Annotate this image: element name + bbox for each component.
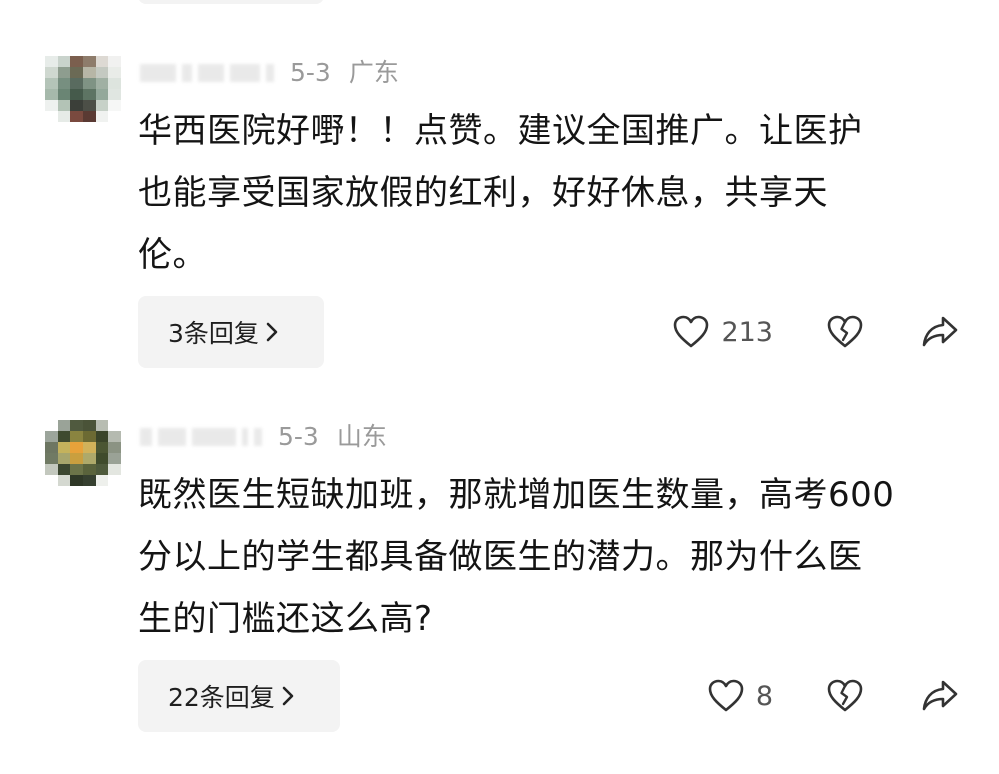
share-button[interactable] xyxy=(921,679,959,713)
comment-region: 广东 xyxy=(348,58,399,87)
view-replies-button[interactable]: 3条回复 xyxy=(138,296,324,368)
comment-meta: 5-3 山东 xyxy=(140,422,387,452)
comment-text-line: 分以上的学生都具备做医生的潜力。那为什么医 xyxy=(138,537,863,577)
comment-text: 既然医生短缺加班，那就增加医生数量，高考600 分以上的学生都具备做医生的潜力。… xyxy=(138,464,958,650)
reply-count-label: 22条回复 xyxy=(168,683,275,712)
like-count: 8 xyxy=(755,680,773,712)
chevron-right-icon xyxy=(281,685,303,707)
share-icon xyxy=(921,315,959,349)
view-replies-button[interactable]: 22条回复 xyxy=(138,660,340,732)
dislike-button[interactable] xyxy=(827,679,863,713)
broken-heart-icon xyxy=(827,679,863,713)
broken-heart-icon xyxy=(827,315,863,349)
like-button[interactable]: 8 xyxy=(708,679,773,713)
share-button[interactable] xyxy=(921,315,959,349)
heart-icon xyxy=(673,315,709,349)
comment-text-line: 华西医院好嘢！！点赞。建议全国推广。让医护 xyxy=(138,111,863,151)
comment-text-line: 伦。 xyxy=(138,235,207,275)
like-button[interactable]: 213 xyxy=(673,315,773,349)
comment-text: 华西医院好嘢！！点赞。建议全国推广。让医护 也能享受国家放假的红利，好好休息，共… xyxy=(138,100,958,286)
comment-actions: 213 xyxy=(673,296,959,368)
comment-text-line: 也能享受国家放假的红利，好好休息，共享天 xyxy=(138,173,828,213)
previous-reply-button-remnant[interactable] xyxy=(138,0,324,4)
comment-meta: 5-3 广东 xyxy=(140,58,399,88)
comment-text-line: 既然医生短缺加班，那就增加医生数量，高考600 xyxy=(138,475,895,515)
username[interactable] xyxy=(140,61,274,85)
reply-count-label: 3条回复 xyxy=(168,319,259,348)
share-icon xyxy=(921,679,959,713)
avatar[interactable] xyxy=(45,420,121,486)
avatar[interactable] xyxy=(45,56,121,122)
username[interactable] xyxy=(140,425,262,449)
comment-text-line: 生的门槛还这么高? xyxy=(138,599,433,639)
chevron-right-icon xyxy=(265,321,287,343)
comment-actions: 8 xyxy=(708,660,959,732)
comment-region: 山东 xyxy=(336,422,387,451)
dislike-button[interactable] xyxy=(827,315,863,349)
heart-icon xyxy=(708,679,744,713)
comment-date: 5-3 xyxy=(290,58,331,87)
like-count: 213 xyxy=(721,316,773,348)
comment-date: 5-3 xyxy=(278,422,319,451)
